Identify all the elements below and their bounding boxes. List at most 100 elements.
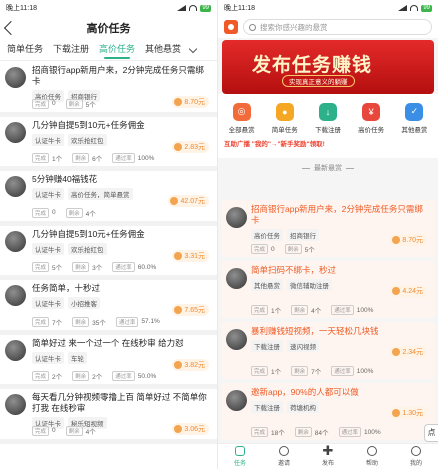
status-time: 晚上11:18	[224, 5, 255, 12]
done-count: 0	[52, 100, 56, 107]
task-tag: 下载注册	[251, 340, 283, 352]
latest-task-item[interactable]: 简单扫码不绑卡，秒过 4.24元 其他悬赏 微信辅助注册 完成 1个 剩余 4个 通过率 100%	[221, 261, 435, 318]
plus-icon: ✚	[322, 443, 334, 458]
task-tag: 认证牛卡	[32, 242, 64, 255]
pass-rate: 100%	[356, 367, 374, 375]
broadcast-text[interactable]: 互助广播 "我的"→"新手奖励"领取!	[218, 138, 438, 158]
battery-icon: 99	[421, 4, 432, 12]
section-title: 最新悬赏	[218, 158, 438, 178]
task-tag: 车轮	[68, 351, 87, 364]
task-tag: 招商银行	[287, 229, 319, 241]
category-all[interactable]: ◎ 全部悬赏	[229, 102, 255, 134]
tabbar-mine[interactable]: 我的	[410, 446, 422, 467]
latest-task-item[interactable]: 招商银行app新用户来，2分钟完成任务只需绑卡 8.70元 高价任务 招商银行 完成 0 剩…	[221, 200, 435, 257]
task-item[interactable]: 几分钟自提5到10元+任务佣金 3.31元 认证牛卡 欢乐抢红包 完成 5个 剩余 3个 通过率…	[0, 226, 217, 280]
reward-badge: 2.83元	[172, 140, 209, 153]
task-tag: 速闪视频	[287, 340, 319, 352]
task-tag: 下载注册	[251, 401, 283, 413]
task-item[interactable]: 几分钟自提5到10元+任务佣金 2.83元 认证牛卡 欢乐抢红包 完成 1个 剩余 6个 通过率…	[0, 117, 217, 171]
latest-task-item[interactable]: 邀新app，90%的人都可以做 1.30元 下载注册 荷塘机构 完成 18个 剩余 84个 通过…	[221, 383, 435, 440]
battery-icon: 99	[200, 4, 211, 12]
all-icon: ◎	[232, 102, 251, 121]
left-label: 剩余	[284, 244, 302, 254]
done-label: 完成	[32, 153, 50, 163]
coin-icon	[392, 287, 401, 295]
app-logo-icon	[224, 20, 238, 34]
search-input[interactable]: 搜索你感兴趣的悬赏	[243, 19, 432, 35]
task-tag: 高价任务，简单悬赏	[68, 188, 133, 200]
task-item[interactable]: 每天看几分钟视频零撸上百 简单好过 不简单你打我 在线秒审 3.06元 认证牛卡 秘乐…	[0, 389, 217, 444]
latest-task-item[interactable]: 暴利赚钱短视频，一天轻松几块钱 2.34元 下载注册 速闪视频 完成 1个 剩余 7个 通过率 1…	[221, 322, 435, 379]
done-label: 完成	[32, 207, 50, 218]
category-high-price[interactable]: ¥ 高价任务	[358, 102, 384, 134]
chevron-down-icon[interactable]	[188, 44, 198, 53]
category-tabs: 简单任务 下载注册 高价任务 其他悬赏	[0, 40, 217, 61]
done-label: 完成	[251, 244, 269, 254]
rate-label: 通过率	[331, 366, 354, 376]
left-label: 剩余	[65, 207, 83, 218]
done-label: 完成	[32, 371, 50, 381]
category-download[interactable]: ↓ 下载注册	[315, 102, 341, 134]
category-other[interactable]: ✓ 其他悬赏	[401, 102, 427, 134]
category-grid: ◎ 全部悬赏 ● 简单任务 ↓ 下载注册 ¥ 高价任务 ✓ 其他悬赏	[218, 94, 438, 138]
left-count: 2个	[92, 374, 103, 381]
reward-badge: 2.34元	[390, 346, 427, 358]
done-label: 完成	[32, 262, 50, 272]
left-label: 剩余	[65, 425, 83, 436]
search-icon	[249, 23, 256, 31]
coin-icon	[392, 409, 401, 417]
simple-icon: ●	[275, 102, 294, 121]
task-stats: 完成 7个 剩余 35个 通过率 57.1%	[32, 316, 209, 327]
left-count: 4个	[311, 308, 322, 315]
pass-rate: 100%	[356, 306, 374, 314]
done-label: 完成	[251, 427, 269, 437]
coin-icon	[174, 306, 183, 314]
task-item[interactable]: 5分钟赚40福钱花 42.07元 认证牛卡 高价任务，简单悬赏 完成 0 剩余 4个	[0, 171, 217, 226]
other-icon: ✓	[405, 102, 424, 121]
avatar	[5, 121, 26, 143]
pass-rate: 50.0%	[137, 372, 157, 380]
avatar	[5, 285, 26, 306]
task-item[interactable]: 招商银行app新用户来，2分钟完成任务只需绑卡 8.70元 高价任务 招商银行 完成 0 剩…	[0, 62, 217, 117]
tabbar-task[interactable]: 任务	[234, 446, 246, 467]
tabbar-invite[interactable]: 邀请	[278, 446, 290, 467]
tab-download[interactable]: 下载注册	[50, 40, 92, 61]
avatar	[5, 230, 26, 252]
task-title: 简单扫码不绑卡，秒过	[251, 265, 337, 275]
task-tag: 认证牛卡	[32, 188, 64, 200]
coin-icon	[392, 348, 401, 356]
tab-high-price[interactable]: 高价任务	[96, 40, 138, 61]
avatar	[226, 207, 247, 228]
rate-label: 通过率	[331, 305, 354, 315]
tabbar-publish[interactable]: ✚ 发布	[322, 443, 334, 467]
done-label: 完成	[32, 316, 50, 327]
task-title: 几分钟自提5到10元+任务佣金	[32, 228, 145, 239]
tabbar-help[interactable]: 帮助	[366, 446, 378, 467]
left-label: 剩余	[294, 427, 312, 437]
help-icon	[366, 446, 377, 456]
avatar	[5, 339, 26, 361]
tab-simple[interactable]: 简单任务	[4, 40, 46, 61]
category-simple[interactable]: ● 简单任务	[272, 102, 298, 134]
search-placeholder: 搜索你感兴趣的悬赏	[260, 22, 328, 32]
user-icon	[410, 446, 421, 456]
rate-label: 通过率	[112, 262, 135, 272]
task-tag: 荷塘机构	[287, 401, 319, 413]
task-stats: 完成 0 剩余 4个	[32, 425, 209, 436]
wifi-icon	[189, 5, 198, 11]
signal-icon	[177, 5, 187, 11]
task-tag: 微信辅助注册	[287, 279, 332, 291]
task-tag: 高价任务	[251, 229, 283, 241]
latest-task-list: 招商银行app新用户来，2分钟完成任务只需绑卡 8.70元 高价任务 招商银行 完成 0 剩…	[218, 200, 438, 444]
banner-subtitle: 实现真正意义的躺赚	[282, 75, 355, 87]
done-count: 7个	[52, 319, 63, 327]
status-time: 晚上11:18	[6, 5, 37, 12]
reward-badge: 4.24元	[390, 285, 427, 297]
promo-banner[interactable]: 发布任务赚钱 实现真正意义的躺赚	[222, 40, 434, 94]
task-item[interactable]: 任务简单，十秒过 7.65元 认证牛卡 小招推客 完成 7个 剩余 35个 通过率 57.1%	[0, 280, 217, 335]
task-item[interactable]: 简单好过 来一个过一个 在线秒审 给力怼 3.82元 认证牛卡 车轮 完成 2个 剩余 2个通…	[0, 335, 217, 389]
floating-button[interactable]: 点	[424, 424, 438, 442]
tab-other[interactable]: 其他悬赏	[142, 40, 184, 61]
left-count: 3个	[92, 265, 103, 272]
back-arrow-icon[interactable]	[3, 20, 19, 36]
